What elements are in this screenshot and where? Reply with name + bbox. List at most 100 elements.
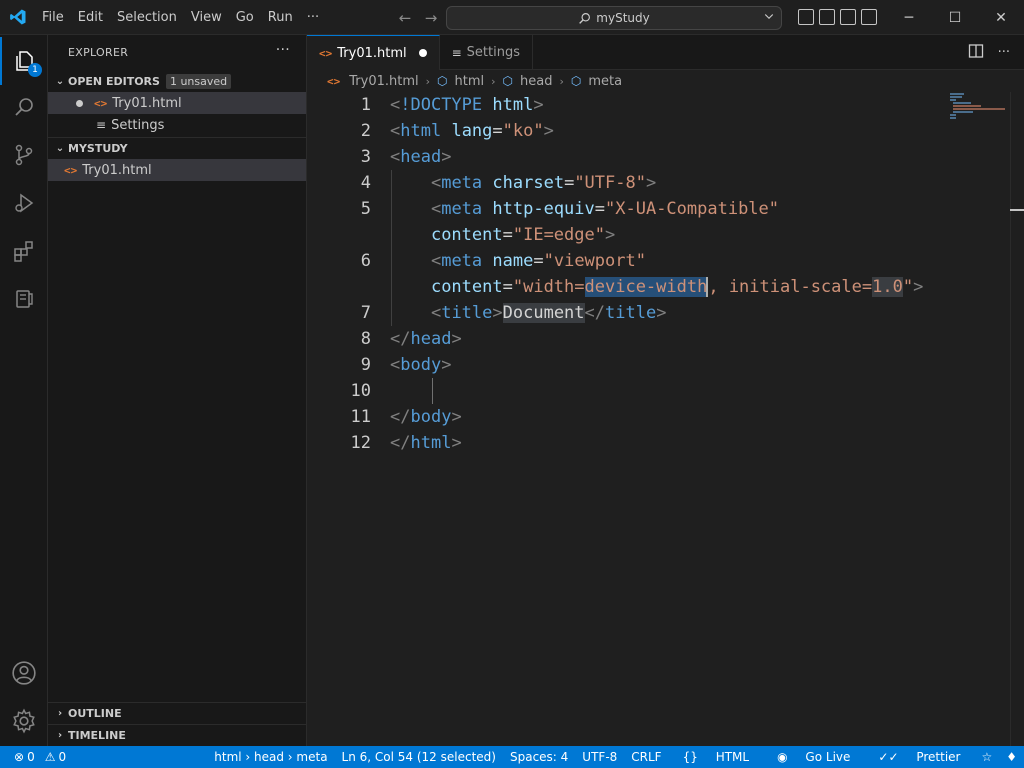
toggle-panel-icon[interactable]	[819, 9, 835, 25]
breadcrumb-html[interactable]: html	[455, 74, 485, 89]
toggle-primary-sidebar-icon[interactable]	[798, 9, 814, 25]
menu-run[interactable]: Run	[261, 0, 300, 35]
check-icon: ✓✓	[878, 750, 899, 764]
status-position[interactable]: Ln 6, Col 54 (12 selected)	[335, 750, 503, 764]
account-icon[interactable]	[0, 649, 48, 697]
problems-indicator[interactable]: ⊗ 0 ⚠ 0	[0, 750, 66, 764]
menu-file[interactable]: File	[35, 0, 71, 35]
code-line-3: <head>	[390, 147, 452, 167]
status-prettier[interactable]: ✓✓ Prettier	[864, 750, 974, 764]
split-editor-icon[interactable]	[968, 43, 984, 63]
source-control-icon[interactable]	[0, 131, 48, 179]
extensions-icon[interactable]	[0, 227, 48, 275]
chevron-right-icon: ›	[491, 74, 496, 88]
broadcast-icon: ◉	[777, 750, 788, 764]
search-text: myStudy	[596, 11, 650, 25]
explorer-icon[interactable]: 1	[0, 37, 48, 85]
code-editor[interactable]: 1 2 3 4 5 6 7 8 9 10 11 12 <!DOCTYPE htm…	[307, 92, 1024, 746]
element-icon: ⬡	[570, 74, 582, 88]
breadcrumb-head[interactable]: head	[520, 74, 552, 89]
status-encoding[interactable]: UTF-8	[575, 750, 624, 764]
error-count: 0	[27, 750, 35, 764]
remote-icon[interactable]	[0, 275, 48, 323]
line-number: 9	[360, 355, 371, 375]
file-label: Try01.html	[82, 162, 152, 178]
chevron-right-icon: ›	[57, 730, 63, 741]
menu-more[interactable]: ···	[300, 0, 326, 35]
status-spaces[interactable]: Spaces: 4	[503, 750, 575, 764]
customize-layout-icon[interactable]	[861, 9, 877, 25]
status-path[interactable]: html › head › meta	[207, 750, 334, 764]
outline-section[interactable]: › OUTLINE	[48, 702, 307, 724]
status-go-live[interactable]: ◉ Go Live	[763, 750, 864, 764]
forward-arrow-icon[interactable]: →	[422, 9, 440, 27]
chevron-right-icon: ›	[425, 74, 431, 88]
settings-file-icon: ≡	[451, 45, 462, 60]
menu-view[interactable]: View	[184, 0, 229, 35]
menu-edit[interactable]: Edit	[71, 0, 110, 35]
outline-label: OUTLINE	[68, 707, 122, 720]
menu-selection[interactable]: Selection	[110, 0, 184, 35]
open-editor-label: Try01.html	[112, 95, 182, 111]
settings-file-icon: ≡	[96, 118, 107, 132]
minimap[interactable]	[950, 92, 1010, 132]
line-number: 11	[350, 407, 371, 427]
code-line-9: <body>	[390, 355, 452, 375]
command-center-search[interactable]: myStudy	[446, 6, 782, 30]
more-actions-icon[interactable]: ···	[276, 42, 290, 58]
unsaved-dot-icon[interactable]	[418, 49, 427, 57]
code-line-5-wrap: content="IE=edge">	[430, 225, 616, 245]
line-number: 4	[360, 173, 371, 193]
status-language[interactable]: {} HTML	[669, 750, 764, 764]
gear-icon[interactable]	[0, 697, 48, 745]
indent-guide-active	[432, 378, 433, 404]
line-number: 10	[350, 381, 371, 401]
html-file-icon: <>	[327, 74, 341, 88]
timeline-section[interactable]: › TIMELINE	[48, 724, 307, 746]
status-eol[interactable]: CRLF	[624, 750, 668, 764]
explorer-sidebar: EXPLORER ··· ⌄ OPEN EDITORS 1 unsaved <>…	[48, 35, 307, 746]
open-editors-header[interactable]: ⌄ OPEN EDITORS 1 unsaved	[48, 70, 306, 92]
vscode-logo-icon	[0, 0, 35, 35]
html-file-icon: <>	[319, 46, 333, 60]
menu-go[interactable]: Go	[229, 0, 261, 35]
scrollbar-cursor-marker	[1010, 209, 1024, 211]
element-icon: ⬡	[502, 74, 514, 88]
tab-try01-html[interactable]: <> Try01.html	[307, 35, 440, 70]
line-number: 6	[360, 251, 371, 271]
go-live-label: Go Live	[805, 750, 851, 764]
toggle-secondary-sidebar-icon[interactable]	[840, 9, 856, 25]
close-icon[interactable]: ✕	[978, 0, 1024, 35]
braces-icon: {}	[682, 750, 698, 764]
breadcrumb-file[interactable]: Try01.html	[349, 74, 418, 89]
back-arrow-icon[interactable]: ←	[396, 9, 414, 27]
unsaved-badge: 1 unsaved	[165, 73, 232, 89]
modified-dot-icon[interactable]	[76, 99, 83, 107]
vertical-scrollbar[interactable]	[1010, 92, 1024, 746]
search-icon	[579, 12, 591, 24]
code-line-1: <!DOCTYPE html>	[390, 95, 544, 115]
code-line-8: </head>	[390, 329, 462, 349]
element-icon: ⬡	[437, 74, 448, 88]
tab-settings[interactable]: ≡ Settings	[440, 35, 533, 70]
file-item-try01[interactable]: <> Try01.html	[48, 159, 306, 181]
maximize-icon[interactable]: ☐	[932, 0, 978, 35]
explorer-header: EXPLORER ···	[48, 35, 306, 70]
warning-count: 0	[58, 750, 67, 764]
notifications-bell-icon[interactable]: ♦	[999, 750, 1024, 764]
feedback-icon[interactable]: ☆	[974, 750, 999, 764]
mystudy-folder-header[interactable]: ⌄ MYSTUDY	[48, 137, 306, 159]
breadcrumb: <> Try01.html › ⬡ html › ⬡ head › ⬡ meta	[307, 70, 1024, 92]
more-actions-icon[interactable]: ···	[998, 45, 1010, 60]
minimize-icon[interactable]: ─	[886, 0, 932, 35]
run-debug-icon[interactable]	[0, 179, 48, 227]
breadcrumb-meta[interactable]: meta	[588, 74, 622, 89]
open-editors-label: OPEN EDITORS	[68, 74, 160, 88]
open-editor-item-try01[interactable]: <> Try01.html	[48, 92, 306, 114]
code-line-7: <title>Document</title>	[430, 303, 667, 323]
line-number: 12	[350, 433, 371, 453]
error-icon: ⊗	[14, 750, 25, 764]
search-icon[interactable]	[0, 83, 48, 131]
open-editor-item-settings[interactable]: ≡ Settings	[48, 114, 306, 136]
layout-controls	[798, 9, 877, 25]
